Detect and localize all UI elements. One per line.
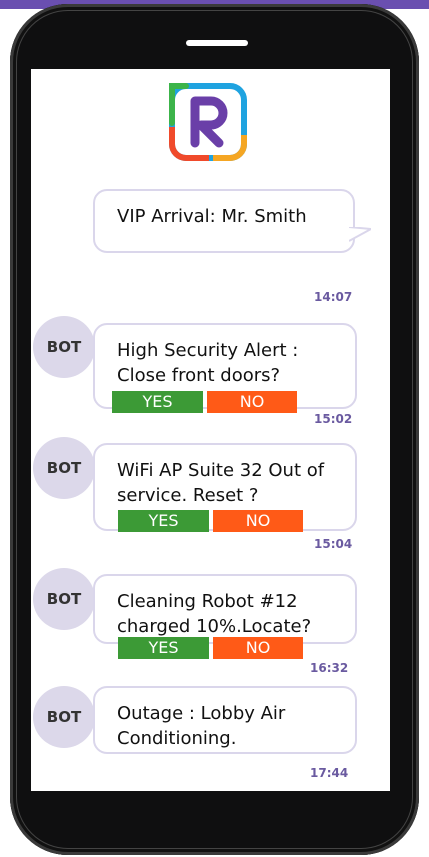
bot-avatar: BOT — [33, 568, 95, 630]
bot-avatar: BOT — [33, 316, 95, 378]
bot-avatar-label: BOT — [46, 590, 82, 608]
message-timestamp: 16:32 — [310, 661, 349, 675]
message-text: High Security Alert : Close front doors? — [117, 340, 299, 386]
bot-avatar-label: BOT — [46, 708, 82, 726]
bot-avatar: BOT — [33, 686, 95, 748]
message-timestamp: 15:02 — [314, 412, 353, 426]
message-text: VIP Arrival: Mr. Smith — [117, 206, 307, 227]
message-timestamp: 15:04 — [314, 537, 353, 551]
message-timestamp: 17:44 — [310, 766, 349, 780]
yes-button[interactable]: YES — [118, 510, 209, 532]
message-bubble: Cleaning Robot #12 charged 10%.Locate? — [93, 574, 357, 644]
message-bubble: Outage : Lobby Air Conditioning. — [93, 686, 357, 754]
bot-avatar-label: BOT — [46, 459, 82, 477]
chat-screen[interactable]: VIP Arrival: Mr. Smith 14:07 BOT High Se… — [31, 69, 390, 791]
message-text: Outage : Lobby Air Conditioning. — [117, 703, 286, 749]
bubble-tail — [349, 227, 371, 242]
no-button[interactable]: NO — [213, 510, 303, 532]
yes-button[interactable]: YES — [118, 637, 209, 659]
bot-avatar-label: BOT — [46, 338, 82, 356]
speaker-icon — [186, 40, 248, 46]
no-button[interactable]: NO — [213, 637, 303, 659]
no-button[interactable]: NO — [207, 391, 297, 413]
yes-button[interactable]: YES — [112, 391, 203, 413]
message-text: Cleaning Robot #12 charged 10%.Locate? — [117, 591, 312, 637]
message-text: WiFi AP Suite 32 Out of service. Reset ? — [117, 460, 325, 506]
bot-avatar: BOT — [33, 437, 95, 499]
message-bubble: VIP Arrival: Mr. Smith — [93, 189, 355, 253]
r-brand-logo-icon — [169, 83, 247, 161]
message-timestamp: 14:07 — [314, 290, 353, 304]
